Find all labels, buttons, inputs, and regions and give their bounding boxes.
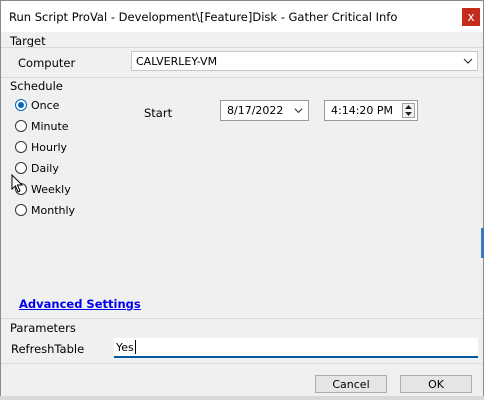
title-bar: Run Script ProVal - Development\[Feature… [1, 1, 483, 32]
radio-minute-label: Minute [31, 119, 69, 133]
radio-monthly[interactable]: Monthly [15, 202, 75, 218]
radio-hourly-label: Hourly [31, 140, 68, 154]
computer-select-value: CALVERLEY-VM [136, 55, 218, 68]
chevron-down-icon [463, 58, 473, 64]
text-caret [135, 340, 136, 354]
time-spinner[interactable] [402, 103, 415, 118]
refresh-table-value: Yes [116, 341, 134, 354]
radio-monthly-label: Monthly [31, 203, 76, 217]
parameters-divider [1, 318, 483, 319]
footer-divider [1, 363, 483, 364]
target-divider [1, 47, 483, 48]
radio-hourly[interactable]: Hourly [15, 139, 67, 155]
refresh-table-input[interactable]: Yes [114, 338, 478, 358]
radio-minute-circle [15, 120, 27, 132]
run-script-dialog: Run Script ProVal - Development\[Feature… [0, 0, 484, 400]
radio-hourly-circle [15, 141, 27, 153]
mouse-pointer-icon [11, 174, 24, 193]
parameters-section-label: Parameters [10, 321, 76, 335]
schedule-section-label: Schedule [10, 79, 63, 93]
start-time-value: 4:14:20 PM [331, 104, 394, 117]
chevron-up-icon[interactable] [403, 104, 414, 110]
advanced-settings-link[interactable]: Advanced Settings [19, 297, 141, 311]
radio-monthly-circle [15, 204, 27, 216]
ok-button[interactable]: OK [400, 375, 472, 393]
refresh-table-label: RefreshTable [11, 342, 85, 356]
start-time-picker[interactable]: 4:14:20 PM [324, 100, 418, 121]
computer-select[interactable]: CALVERLEY-VM [131, 51, 478, 71]
radio-once-circle [15, 99, 27, 111]
computer-label: Computer [18, 56, 76, 70]
radio-daily-circle [15, 162, 27, 174]
close-icon: x [467, 10, 475, 24]
start-label: Start [144, 106, 173, 120]
background-window-strip [0, 396, 484, 400]
start-date-value: 8/17/2022 [227, 104, 284, 117]
close-button[interactable]: x [462, 8, 480, 26]
radio-weekly-label: Weekly [31, 182, 71, 196]
window-title: Run Script ProVal - Development\[Feature… [9, 10, 398, 24]
chevron-down-icon[interactable] [403, 111, 414, 117]
radio-once[interactable]: Once [15, 97, 59, 113]
radio-daily-label: Daily [31, 161, 59, 175]
chevron-down-icon[interactable] [293, 105, 304, 116]
target-section-label: Target [10, 34, 46, 48]
schedule-top-divider [1, 77, 483, 78]
cancel-button[interactable]: Cancel [315, 375, 387, 393]
radio-once-label: Once [31, 98, 60, 112]
radio-minute[interactable]: Minute [15, 118, 69, 134]
start-date-picker[interactable]: 8/17/2022 [220, 100, 309, 121]
